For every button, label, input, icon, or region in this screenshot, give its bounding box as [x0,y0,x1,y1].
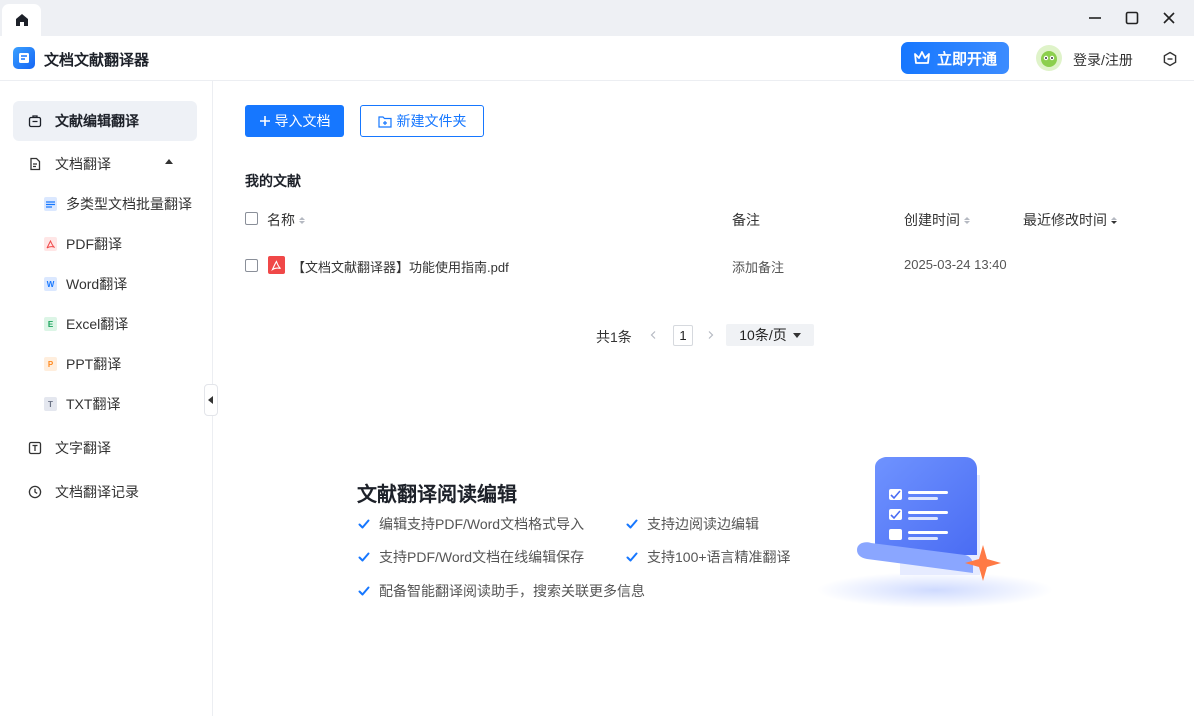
feature-item: 支持边阅读边编辑 [625,514,759,534]
pagination-total: 共1条 [596,329,632,345]
sort-icon [964,216,970,224]
row-add-note[interactable]: 添加备注 [732,257,784,276]
sidebar-item-label: 文档翻译 [55,156,111,172]
sidebar-subitem-label: TXT翻译 [66,396,121,412]
sidebar-item-history[interactable]: 文档翻译记录 [13,472,197,512]
row-created-time: 2025-03-24 13:40 [904,257,1007,272]
check-icon [358,519,370,529]
feature-item: 支持100+语言精准翻译 [625,547,791,567]
close-icon [1163,12,1175,24]
sidebar-item-label: 文档翻译记录 [55,484,139,500]
select-all-checkbox[interactable] [245,212,258,225]
text-translate-icon [27,440,43,456]
new-folder-button[interactable]: 新建文件夹 [360,105,484,137]
login-link[interactable]: 登录/注册 [1073,50,1133,70]
word-file-icon: W [44,277,57,291]
feature-item: 编辑支持PDF/Word文档格式导入 [357,514,584,534]
pdf-file-icon [268,256,285,274]
row-file-name[interactable]: 【文档文献翻译器】功能使用指南.pdf [292,257,509,276]
sidebar-subitem-excel[interactable]: E Excel翻译 [33,306,197,342]
vip-button[interactable]: 立即开通 [901,42,1009,74]
sidebar-item-label: 文献编辑翻译 [55,113,139,129]
import-document-label: 导入文档 [274,113,331,129]
check-icon [626,519,638,529]
sidebar-subitem-label: PPT翻译 [66,356,122,372]
caret-left-icon [208,396,213,404]
caret-up-icon [165,159,173,164]
page-size-label: 10条/页 [739,327,787,343]
sidebar-subitem-pdf[interactable]: PDF翻译 [33,226,197,262]
clock-icon [27,484,43,500]
new-folder-label: 新建文件夹 [396,113,467,129]
settings-button[interactable] [1160,49,1180,69]
folder-plus-icon [377,115,392,128]
home-tab[interactable] [2,4,41,36]
column-header-note: 备注 [732,212,760,228]
avatar[interactable] [1036,45,1062,71]
sidebar-subitem-label: Excel翻译 [66,316,129,332]
promo-title: 文献翻译阅读编辑 [357,484,517,506]
sidebar-subitem-txt[interactable]: T TXT翻译 [33,386,197,422]
excel-file-icon: E [44,317,57,331]
vip-button-label: 立即开通 [936,50,997,68]
check-icon [358,552,370,562]
import-document-button[interactable]: 导入文档 [245,105,344,137]
minimize-icon [1089,17,1101,19]
feature-item: 配备智能翻译阅读助手，搜索关联更多信息 [357,581,645,601]
briefcase-icon [27,113,43,129]
home-icon [15,14,28,26]
sidebar-item-document-translate[interactable]: 文档翻译 [13,144,197,184]
app-title: 文档文献翻译器 [44,52,150,69]
close-button[interactable] [1156,5,1182,31]
sidebar-subitem-word[interactable]: W Word翻译 [33,266,197,302]
document-icon [27,156,43,172]
sidebar-subitem-ppt[interactable]: P PPT翻译 [33,346,197,382]
sidebar-item-label: 文字翻译 [55,440,111,456]
feature-item: 支持PDF/Word文档在线编辑保存 [357,547,584,567]
chevron-left-icon [650,331,656,339]
chevron-right-icon [708,331,714,339]
row-checkbox[interactable] [245,259,258,272]
minimize-button[interactable] [1082,5,1108,31]
page-size-select[interactable]: 10条/页 [726,324,814,346]
batch-doc-icon [44,197,57,211]
avatar-icon [1041,51,1057,67]
caret-down-icon [792,332,801,338]
column-header-created[interactable]: 创建时间 [904,210,970,230]
next-page-button[interactable] [701,325,721,345]
prev-page-button[interactable] [643,325,663,345]
sidebar-item-literature-edit[interactable]: 文献编辑翻译 [13,101,197,141]
crown-icon [914,51,930,64]
app-header: 文档文献翻译器 立即开通 登录/注册 [0,36,1194,81]
sidebar: 文献编辑翻译 文档翻译 多类型文档批量翻译 PDF翻译 W Word翻译 E E… [0,81,213,716]
sidebar-subitem-label: PDF翻译 [66,236,122,252]
column-header-modified[interactable]: 最近修改时间 [1023,210,1117,230]
sidebar-subitem-label: 多类型文档批量翻译 [66,196,192,212]
check-icon [358,586,370,596]
ppt-file-icon: P [44,357,57,371]
sidebar-subitem-batch[interactable]: 多类型文档批量翻译 [33,186,197,222]
app-logo-icon [13,47,35,69]
document-illustration [817,457,1053,608]
section-title: 我的文献 [245,173,301,189]
sidebar-item-text-translate[interactable]: 文字翻译 [13,428,197,468]
sort-desc-icon [1111,216,1117,224]
plus-icon [259,116,270,126]
sort-icon [299,216,305,224]
settings-icon [1163,51,1177,67]
maximize-icon [1125,11,1139,25]
title-bar [0,0,1194,36]
pdf-file-icon [44,237,57,251]
txt-file-icon: T [44,397,57,411]
check-icon [626,552,638,562]
maximize-button[interactable] [1119,5,1145,31]
column-header-name[interactable]: 名称 [267,210,305,230]
sidebar-subitem-label: Word翻译 [66,276,128,292]
sidebar-collapse-handle[interactable] [204,384,218,416]
page-number[interactable]: 1 [673,325,693,346]
